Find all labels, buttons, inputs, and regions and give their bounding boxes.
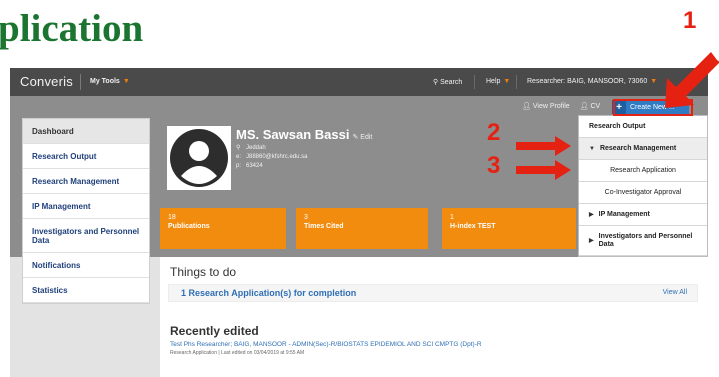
arrow-icon [665,52,719,108]
screenshot-canvas: plication 1 Converis My Tools ▼ ⚲ Search … [0,0,719,377]
arrow-icon [516,136,571,156]
arrow-icon [516,160,571,180]
annotation-arrows [516,52,719,180]
